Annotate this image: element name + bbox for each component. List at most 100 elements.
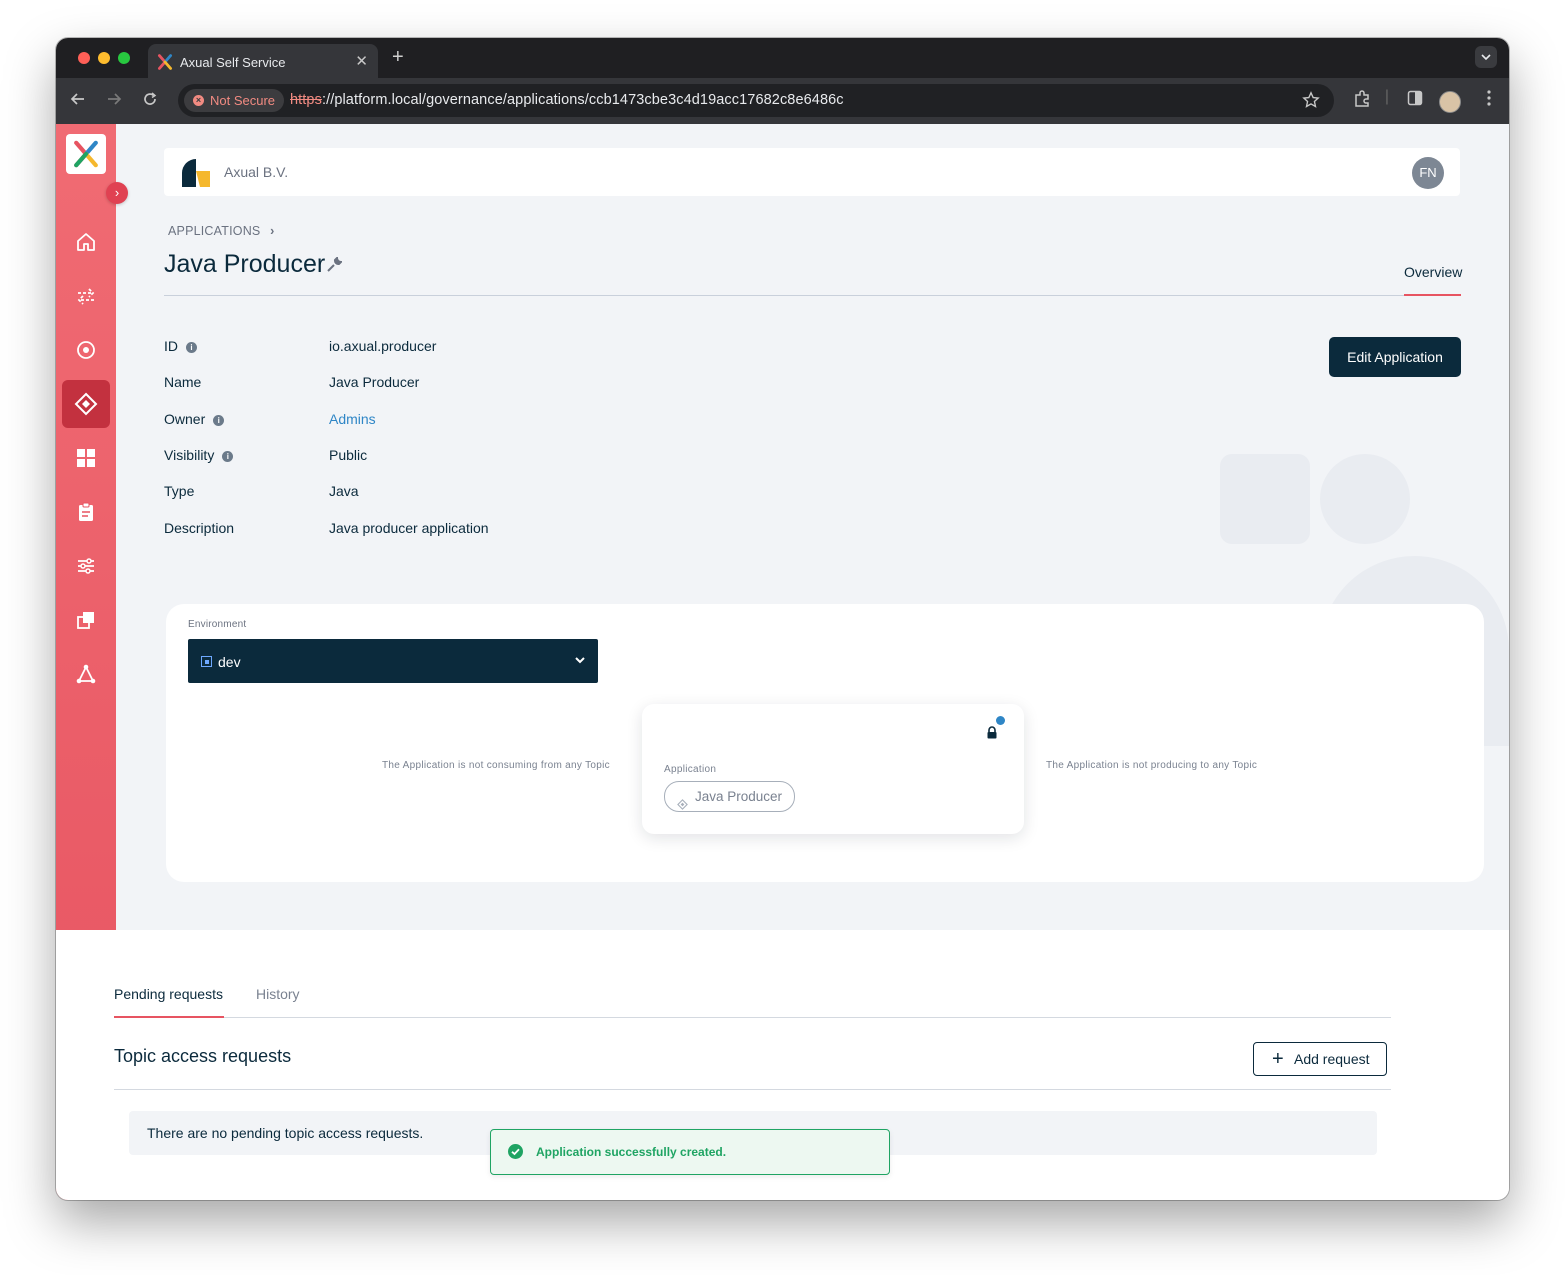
clipboard-icon: [79, 502, 93, 521]
property-label-type: Type: [164, 483, 195, 499]
application-diamond-icon: [677, 791, 688, 820]
tab-search-button[interactable]: [1475, 46, 1497, 68]
tab-overview-indicator: [1404, 294, 1461, 296]
add-request-button[interactable]: + Add request: [1253, 1042, 1387, 1076]
environment-label: Environment: [188, 619, 247, 630]
info-icon[interactable]: i: [186, 342, 197, 353]
close-window-button[interactable]: [78, 52, 90, 64]
breadcrumb: APPLICATIONS ›: [168, 224, 275, 238]
profile-avatar[interactable]: [1439, 91, 1461, 113]
zoom-window-button[interactable]: [118, 52, 130, 64]
sidebar-item-dashboard[interactable]: [62, 434, 110, 482]
address-bar[interactable]: × Not Secure https://platform.local/gove…: [178, 84, 1334, 117]
axual-favicon-icon: [157, 54, 173, 75]
tab-pending-requests[interactable]: Pending requests: [114, 986, 223, 1002]
reload-icon[interactable]: [142, 91, 158, 112]
requests-section: Pending requests History Topic access re…: [56, 930, 1509, 1200]
organization-logo-icon: [180, 157, 212, 194]
browser-tab[interactable]: Axual Self Service ✕: [148, 44, 378, 78]
sidebar-item-requests[interactable]: [62, 488, 110, 536]
producing-message: The Application is not producing to any …: [1046, 760, 1258, 771]
property-label-description: Description: [164, 520, 235, 536]
property-value-type: Java: [329, 483, 359, 499]
info-icon[interactable]: i: [213, 415, 225, 426]
side-panel-icon[interactable]: [1407, 90, 1423, 111]
sidebar-item-topology[interactable]: [62, 650, 110, 698]
property-label-text: Owner: [164, 411, 206, 427]
new-tab-button[interactable]: +: [392, 46, 404, 69]
sidebar-item-environments[interactable]: [62, 326, 110, 374]
property-label-owner: Owner i: [164, 411, 225, 427]
warning-icon: ×: [193, 95, 204, 106]
network-nodes-icon: [76, 664, 96, 684]
success-toast[interactable]: Application successfully created.: [490, 1129, 890, 1175]
user-avatar[interactable]: FN: [1412, 157, 1444, 189]
edit-application-button[interactable]: Edit Application: [1329, 337, 1461, 377]
property-value-id: io.axual.producer: [329, 338, 437, 354]
browser-tab-bar: Axual Self Service ✕ +: [56, 38, 1509, 78]
sidebar-item-settings[interactable]: [62, 542, 110, 590]
minimize-window-button[interactable]: [98, 52, 110, 64]
sidebar-item-home[interactable]: [62, 218, 110, 266]
chevron-right-icon: ›: [270, 224, 275, 238]
organization-name: Axual B.V.: [224, 164, 289, 180]
property-value-name: Java Producer: [329, 374, 420, 390]
tab-history[interactable]: History: [256, 986, 300, 1002]
property-label-visibility: Visibility i: [164, 447, 234, 463]
organization-header: Axual B.V. FN: [164, 148, 1460, 196]
header-divider: [164, 295, 1460, 296]
property-value-description: Java producer application: [329, 520, 489, 536]
sidebar-item-schemas[interactable]: [62, 596, 110, 644]
page-title: Java Producer: [164, 250, 326, 278]
tabs-divider: [114, 1017, 1391, 1018]
chevron-down-icon: [574, 653, 586, 671]
application-chip[interactable]: Java Producer: [664, 781, 796, 812]
browser-toolbar: × Not Secure https://platform.local/gove…: [56, 78, 1509, 124]
sidebar-item-streams[interactable]: [62, 272, 110, 320]
property-value-visibility: Public: [329, 447, 368, 463]
status-dot: [996, 716, 1005, 725]
lock-icon: [986, 726, 998, 744]
breadcrumb-applications[interactable]: APPLICATIONS: [168, 224, 260, 238]
more-menu-icon[interactable]: [1487, 90, 1491, 111]
environment-icon: [201, 656, 212, 667]
bookmark-star-icon[interactable]: [1302, 91, 1320, 114]
axual-logo[interactable]: [66, 134, 106, 174]
info-icon[interactable]: i: [222, 451, 234, 462]
owner-link[interactable]: Admins: [329, 411, 376, 427]
close-tab-icon[interactable]: ✕: [355, 52, 368, 70]
target-circle-icon: [77, 341, 95, 359]
decorative-circle-shape: [1320, 454, 1410, 544]
consuming-message: The Application is not consuming from an…: [382, 760, 610, 771]
sidebar-item-applications[interactable]: [62, 380, 110, 428]
app-root: › Axual B.V. FN APPLICATIONS › Java Prod…: [56, 124, 1509, 1200]
section-divider: [114, 1089, 1391, 1090]
grid-icon: [77, 449, 95, 467]
decorative-square-shape: [1220, 454, 1310, 544]
toolbar-divider: |: [1384, 88, 1389, 105]
not-secure-badge[interactable]: × Not Secure: [184, 89, 285, 112]
extensions-icon[interactable]: [1353, 90, 1371, 113]
tab-pending-indicator: [114, 1016, 224, 1018]
tab-overview[interactable]: Overview: [1404, 264, 1462, 280]
sliders-icon: [78, 558, 94, 574]
topic-access-requests-title: Topic access requests: [114, 1046, 292, 1066]
home-icon: [77, 233, 95, 251]
url-text: https://platform.local/governance/applic…: [290, 92, 844, 108]
property-label-text: Visibility: [164, 447, 215, 463]
application-card-label: Application: [664, 764, 717, 775]
add-request-label: Add request: [1294, 1051, 1370, 1067]
plus-icon: +: [1272, 1048, 1284, 1070]
property-label-id: ID i: [164, 338, 197, 354]
environment-select[interactable]: dev: [188, 639, 598, 683]
wrench-icon[interactable]: [326, 255, 344, 278]
back-arrow-icon[interactable]: [70, 91, 86, 112]
application-node-card: Application Java Producer: [642, 704, 1024, 834]
check-circle-icon: [508, 1144, 523, 1159]
forward-arrow-icon[interactable]: [106, 91, 122, 112]
not-secure-label: Not Secure: [210, 93, 276, 108]
environment-card: Environment dev The Application is not c…: [166, 604, 1484, 882]
environment-selected-value: dev: [218, 654, 241, 670]
tab-title: Axual Self Service: [180, 55, 286, 70]
chevron-down-icon: [1481, 54, 1491, 60]
